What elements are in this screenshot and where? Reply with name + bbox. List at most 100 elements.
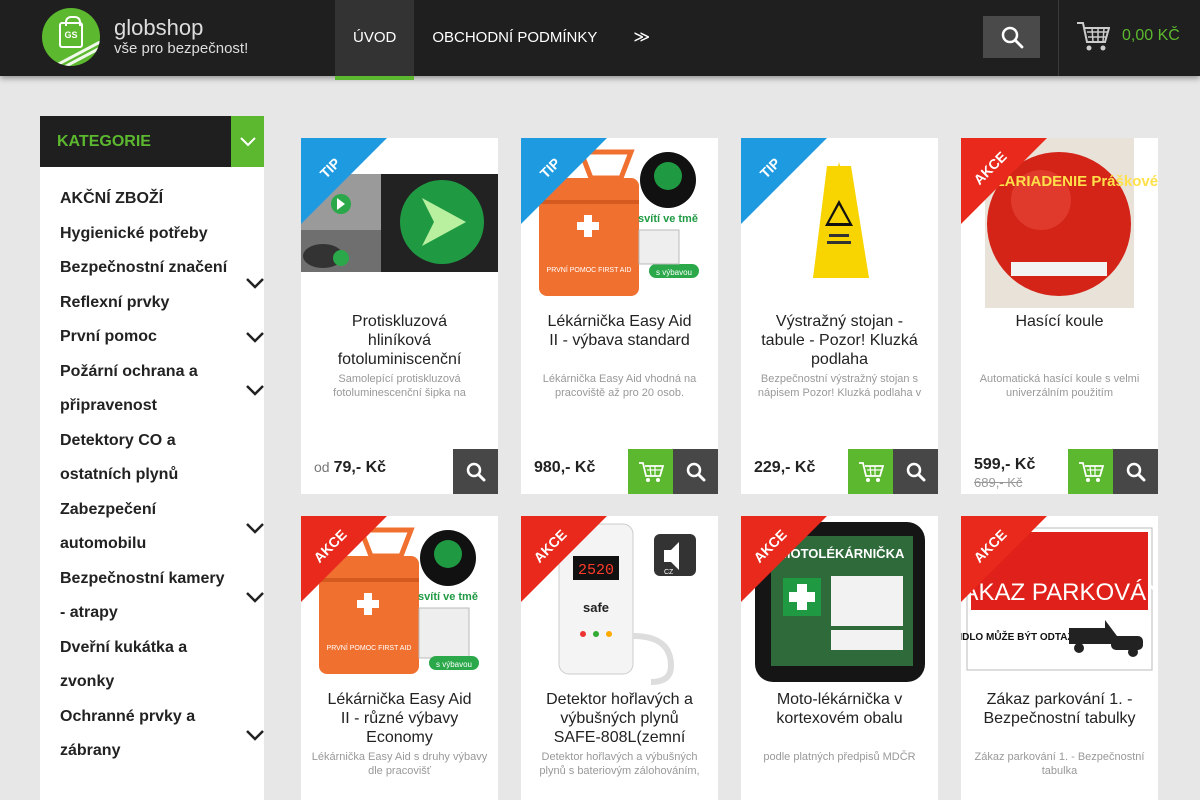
product-title[interactable]: Lékárnička Easy Aid II - různé výbavy Ec… xyxy=(321,690,478,748)
sale-badge: AKCE xyxy=(961,516,1047,602)
nav-item-obchodni-podminky[interactable]: OBCHODNÍ PODMÍNKY xyxy=(414,0,615,80)
sale-badge: AKCE xyxy=(301,516,387,602)
product-desc: Bezpečnostní výstražný stojan s nápisem … xyxy=(757,373,922,399)
category-hygienicke-potreby[interactable]: Hygienické potřeby xyxy=(60,217,230,252)
glow-text: svítí ve tmě xyxy=(418,591,478,603)
category-label: AKČNÍ ZBOŽÍ xyxy=(60,190,164,207)
product-card[interactable]: 2520 safe CZ AKCE Detektor hořlavých a v… xyxy=(521,516,718,800)
product-card[interactable]: PRVNÍ POMOC FIRST AID svítí ve tmě s výb… xyxy=(301,516,498,800)
header-divider xyxy=(1058,0,1059,76)
kit-label: PRVNÍ POMOC FIRST AID xyxy=(547,265,632,274)
sidebar-toggle-button[interactable] xyxy=(231,116,264,167)
product-card[interactable]: TIP Protiskluzová hliníková fotoluminisc… xyxy=(301,138,498,494)
category-dverni-kukatka[interactable]: Dveřní kukátka a zvonky xyxy=(60,631,230,700)
product-card[interactable]: HASIACE ZARIADENIE Práškové ABC AKCE Has… xyxy=(961,138,1158,494)
category-sidebar: KATEGORIE AKČNÍ ZBOŽÍ Hygienické potřeby… xyxy=(40,116,264,800)
product-desc: Lékárnička Easy Aid s druhy výbavy dle p… xyxy=(311,751,488,777)
badge-text: AKCE xyxy=(970,148,1010,188)
product-price: 229,- Kč xyxy=(754,459,816,476)
logo-badge-text: GS xyxy=(64,30,78,40)
category-prvni-pomoc[interactable]: První pomoc xyxy=(60,320,264,355)
sale-badge: AKCE xyxy=(741,516,827,602)
cart-icon xyxy=(1078,461,1104,482)
nav-item-uvod[interactable]: ÚVOD xyxy=(335,0,415,80)
category-label: Hygienické potřeby xyxy=(60,224,208,242)
add-to-cart-button[interactable] xyxy=(1068,449,1113,494)
sale-badge: AKCE xyxy=(961,138,1047,224)
add-to-cart-button[interactable] xyxy=(848,449,893,494)
search-icon xyxy=(1001,26,1023,49)
product-card[interactable]: ZÁKAZ PARKOVÁNÍ VOZIDLO MŮŽE BÝT ODTAŽEN… xyxy=(961,516,1158,800)
product-card[interactable]: MOTOLÉKÁRNIČKA AKCE Moto-lékárnička v ko… xyxy=(741,516,938,800)
main-nav: ÚVOD OBCHODNÍ PODMÍNKY ≫ xyxy=(335,0,668,80)
product-title[interactable]: Lékárnička Easy Aid II - výbava standard xyxy=(541,312,698,370)
product-title[interactable]: Hasící koule xyxy=(981,312,1138,370)
detector-lang: CZ xyxy=(664,569,674,576)
badge-text: TIP xyxy=(756,154,784,182)
category-reflexni-prvky[interactable]: Reflexní prvky xyxy=(60,286,230,321)
product-price: od 79,- Kč xyxy=(314,459,386,477)
kit-with-text: s výbavou xyxy=(436,660,472,669)
logo-text: globshop vše pro bezpečnost! xyxy=(114,16,248,58)
sidebar-title: KATEGORIE xyxy=(57,133,151,150)
chevron-down-icon[interactable] xyxy=(246,332,264,343)
category-list: AKČNÍ ZBOŽÍ Hygienické potřeby Bezpečnos… xyxy=(40,167,264,769)
chevron-down-icon[interactable] xyxy=(246,384,264,396)
chevron-down-icon xyxy=(239,136,256,146)
nav-more-button[interactable]: ≫ xyxy=(615,0,668,80)
product-title[interactable]: Zákaz parkování 1. - Bezpečnostní tabulk… xyxy=(981,690,1138,748)
category-pozarni-ochrana[interactable]: Požární ochrana a připravenost xyxy=(60,355,264,424)
add-to-cart-button[interactable] xyxy=(628,449,673,494)
product-desc: Detektor hořlavých a výbušných plynů s b… xyxy=(539,751,700,777)
logo-mark: GS xyxy=(42,8,100,66)
chevron-down-icon[interactable] xyxy=(246,278,264,289)
category-label: Dveřní kukátka a zvonky xyxy=(60,638,188,691)
category-label: Detektory CO a ostatních plynů xyxy=(60,431,179,484)
sale-badge: AKCE xyxy=(521,516,607,602)
quick-view-button[interactable] xyxy=(1113,449,1158,494)
product-card[interactable]: TIP Výstražný stojan - tabule - Pozor! K… xyxy=(741,138,938,494)
category-detektory[interactable]: Detektory CO a ostatních plynů xyxy=(60,424,230,493)
product-title[interactable]: Moto-lékárnička v kortexovém obalu xyxy=(761,690,918,748)
badge-text: TIP xyxy=(316,154,344,182)
quick-view-button[interactable] xyxy=(893,449,938,494)
category-bezpecnostni-znaceni[interactable]: Bezpečnostní značení xyxy=(60,251,264,289)
product-card[interactable]: PRVNÍ POMOC FIRST AID svítí ve tmě s výb… xyxy=(521,138,718,494)
product-price: 599,- Kč xyxy=(974,456,1036,473)
category-label: Požární ochrana a připravenost xyxy=(60,362,198,415)
product-price: 980,- Kč xyxy=(534,459,596,476)
category-label: Ochranné prvky a zábrany xyxy=(60,707,196,760)
badge-text: TIP xyxy=(536,154,564,182)
chevron-down-icon[interactable] xyxy=(246,591,264,603)
category-ochranne-prvky[interactable]: Ochranné prvky a zábrany xyxy=(60,700,264,769)
product-title[interactable]: Protiskluzová hliníková fotoluminiscenčn… xyxy=(321,312,478,370)
chevron-down-icon[interactable] xyxy=(246,729,264,741)
magnifier-icon xyxy=(906,462,925,481)
category-label: Reflexní prvky xyxy=(60,293,170,311)
detector-brand: safe xyxy=(583,600,609,615)
product-desc: Lékárnička Easy Aid vhodná na pracoviště… xyxy=(542,373,697,399)
shopping-bag-icon: GS xyxy=(59,16,83,48)
logo-slogan: vše pro bezpečnost! xyxy=(114,40,249,57)
cart-icon xyxy=(638,461,664,482)
product-desc: Samolepící protiskluzová fotoluminescenč… xyxy=(333,373,466,399)
magnifier-icon xyxy=(466,462,485,481)
cart-button[interactable]: 0,00 KČ xyxy=(1076,20,1180,52)
category-akcni-zbozi[interactable]: AKČNÍ ZBOŽÍ xyxy=(60,182,230,217)
search-button[interactable] xyxy=(983,16,1040,58)
chevron-down-icon[interactable] xyxy=(246,522,264,534)
sidebar-header: KATEGORIE xyxy=(40,116,264,167)
tip-badge: TIP xyxy=(301,138,387,224)
quick-view-button[interactable] xyxy=(673,449,718,494)
category-kamery-atrapy[interactable]: Bezpečnostní kamery - atrapy xyxy=(60,562,264,631)
logo[interactable]: GS globshop vše pro bezpečnost! xyxy=(42,8,248,66)
product-title[interactable]: Detektor hořlavých a výbušných plynů SAF… xyxy=(541,690,698,748)
product-desc: Zákaz parkování 1. - Bezpečnostní tabulk… xyxy=(974,751,1145,777)
magnifier-icon xyxy=(1126,462,1145,481)
product-title[interactable]: Výstražný stojan - tabule - Pozor! Kluzk… xyxy=(761,312,918,370)
badge-text: AKCE xyxy=(530,526,570,566)
cart-icon xyxy=(858,461,884,482)
quick-view-button[interactable] xyxy=(453,449,498,494)
category-label: Bezpečnostní kamery - atrapy xyxy=(60,569,225,622)
category-zabezpeceni-automobilu[interactable]: Zabezpečení automobilu xyxy=(60,493,264,562)
